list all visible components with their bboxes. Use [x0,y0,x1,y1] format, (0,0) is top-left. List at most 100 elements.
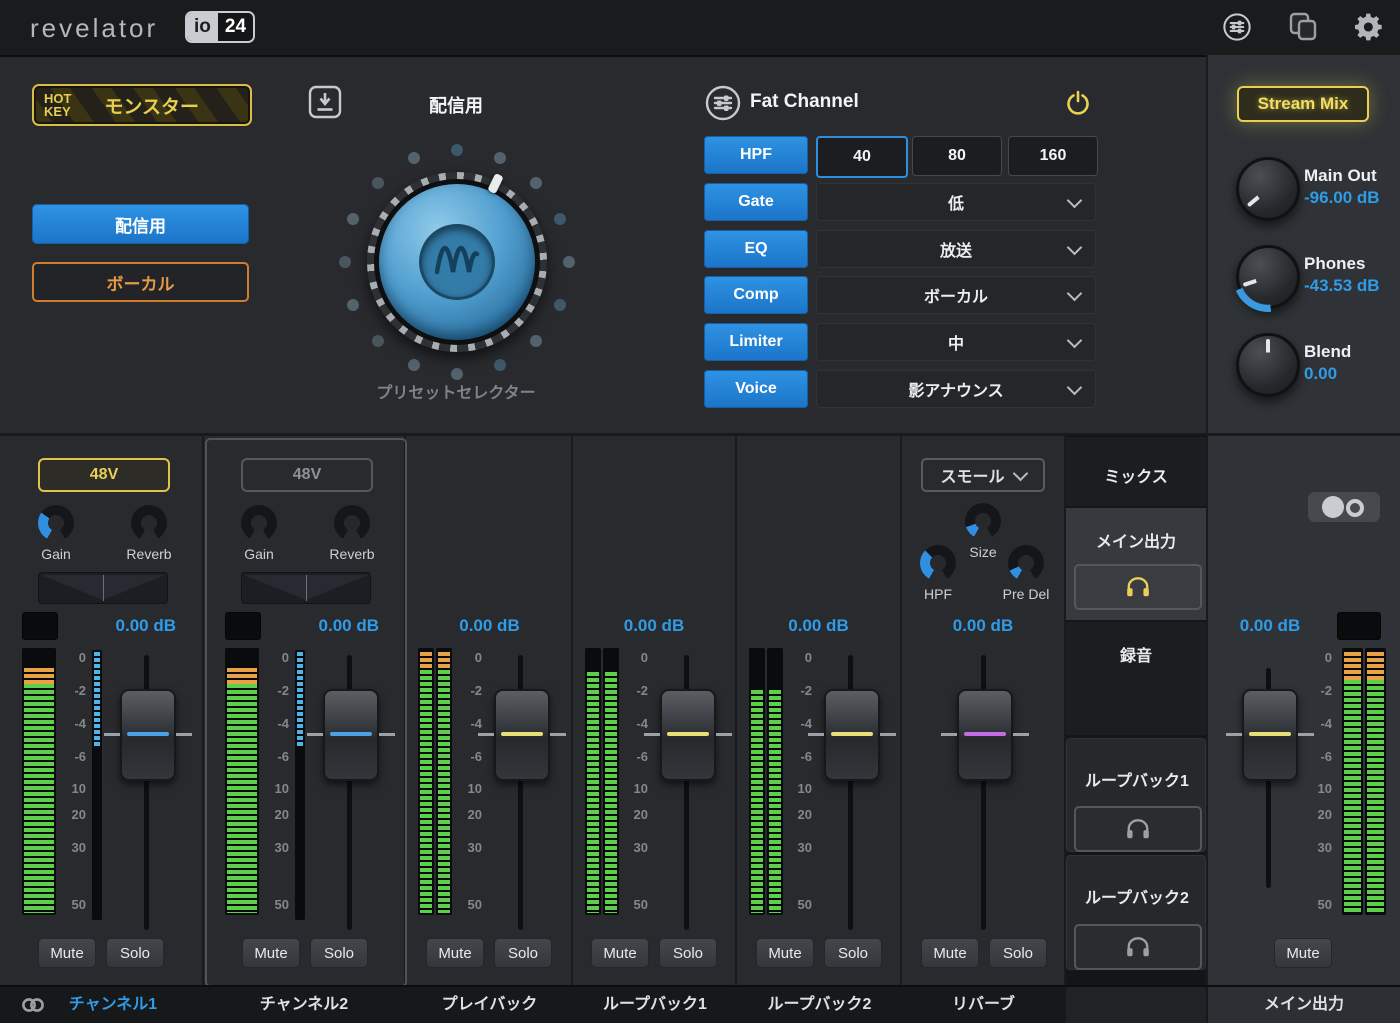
playback-fader-handle[interactable] [494,689,550,781]
loopback2-meter-scale: 0-2 -4-6 1020 3050 [786,650,812,920]
main-meter-scale: 0-2 -4-6 1020 3050 [1306,650,1332,920]
blend-value: 0.00 [1304,364,1337,384]
playback-mute-button[interactable]: Mute [426,938,484,968]
channel-label-main-out[interactable]: メイン出力 [1208,987,1400,1023]
ch1-reverb-knob[interactable] [131,505,167,541]
blend-knob[interactable] [1236,333,1300,397]
limiter-preset-value: 中 [948,330,964,354]
loopback1-solo-button[interactable]: Solo [659,938,717,968]
reverb-preset-value: スモール [940,463,1004,487]
channel-label-loopback1[interactable]: ループバック1 [573,987,737,1023]
main-meter-left [1342,648,1363,915]
loopback2-fader-handle[interactable] [824,689,880,781]
eq-preset-dropdown[interactable]: 放送 [816,230,1096,268]
loopback2-meter-left [749,648,765,915]
ch2-gain-knob[interactable] [241,505,277,541]
ch1-48v-button[interactable]: 48V [38,458,170,492]
loopback1-phones-button[interactable] [1074,806,1202,852]
ch1-solo-button[interactable]: Solo [106,938,164,968]
loopback1-mute-button[interactable]: Mute [591,938,649,968]
loopback1-fader-handle[interactable] [660,689,716,781]
gear-icon[interactable] [1350,10,1384,44]
ch2-reverb-label: Reverb [324,546,380,562]
ch1-fader-meter [92,650,102,920]
presets-copy-icon[interactable] [1286,10,1320,44]
channel-label-ch1[interactable]: チャンネル1 [48,987,178,1023]
limiter-preset-dropdown[interactable]: 中 [816,323,1096,361]
loopback2-phones-button[interactable] [1074,924,1202,970]
divider [900,435,902,1023]
reverb-fader-handle[interactable] [957,689,1013,781]
stream-mix-button[interactable]: Stream Mix [1237,86,1369,122]
chevron-down-icon [1067,193,1083,209]
main-mute-button[interactable]: Mute [1274,938,1332,968]
chevron-down-icon [1067,286,1083,302]
link-channels-icon[interactable] [20,994,46,1021]
ch1-gain-knob[interactable] [38,505,74,541]
headphones-icon [1125,936,1151,958]
voice-button[interactable]: Voice [704,370,808,408]
main-out-phones-button[interactable] [1074,564,1202,610]
reverb-solo-button[interactable]: Solo [989,938,1047,968]
comp-preset-dropdown[interactable]: ボーカル [816,276,1096,314]
channel-label-playback[interactable]: プレイバック [406,987,573,1023]
fat-channel-power-icon[interactable] [1064,89,1092,117]
divider [735,435,737,1023]
channel-label-ch2[interactable]: チャンネル2 [204,987,404,1023]
ch2-gain-label: Gain [231,546,287,562]
preset-stream-button[interactable]: 配信用 [32,204,249,244]
gate-button[interactable]: Gate [704,183,808,221]
channel-label-reverb[interactable]: リバーブ [902,987,1065,1023]
mono-stereo-toggle[interactable] [1308,492,1380,522]
phones-knob[interactable] [1236,245,1300,309]
hpf-40-button[interactable]: 40 [816,136,908,178]
divider [202,435,204,1023]
limiter-button[interactable]: Limiter [704,323,808,361]
ch1-level-meter [22,648,56,915]
voice-preset-dropdown[interactable]: 影アナウンス [816,370,1096,408]
ch1-fader-handle[interactable] [120,689,176,781]
bottom-seg-tabs [1066,987,1206,1023]
hotkey-label: HOTKEY [44,92,71,118]
reverb-predelay-knob[interactable] [1008,545,1044,581]
badge-model: 24 [218,13,253,41]
reverb-preset-dropdown[interactable]: スモール [921,458,1045,492]
reverb-size-label: Size [955,544,1011,560]
mixer-settings-icon[interactable] [1220,10,1254,44]
tab-record[interactable]: 録音 [1066,622,1206,735]
ch2-fader-handle[interactable] [323,689,379,781]
main-out-knob[interactable] [1236,157,1300,221]
ch1-mute-button[interactable]: Mute [38,938,96,968]
playback-solo-button[interactable]: Solo [494,938,552,968]
loopback2-solo-button[interactable]: Solo [824,938,882,968]
hpf-80-button[interactable]: 80 [912,136,1002,176]
main-level-value: 0.00 dB [1216,616,1324,636]
ch2-mute-button[interactable]: Mute [242,938,300,968]
blend-label: Blend [1304,342,1351,362]
ch1-meter-scale: 0-2 -4-6 1020 3050 [60,650,86,920]
ch2-solo-button[interactable]: Solo [310,938,368,968]
badge-io: io [187,13,218,41]
eq-preset-value: 放送 [940,237,972,261]
reverb-mute-button[interactable]: Mute [921,938,979,968]
save-preset-icon[interactable] [308,85,342,119]
hpf-160-button[interactable]: 160 [1008,136,1098,176]
reverb-hpf-knob[interactable] [920,545,956,581]
gate-preset-dropdown[interactable]: 低 [816,183,1096,221]
hotkey-button[interactable]: HOTKEY モンスター [32,84,252,126]
channel-label-loopback2[interactable]: ループバック2 [737,987,902,1023]
ch2-reverb-knob[interactable] [334,505,370,541]
main-fader-handle[interactable] [1242,689,1298,781]
comp-button[interactable]: Comp [704,276,808,314]
eq-button[interactable]: EQ [704,230,808,268]
hpf-button[interactable]: HPF [704,136,808,174]
ch1-pan-slider[interactable] [38,572,168,604]
ch2-pan-slider[interactable] [241,572,371,604]
preset-selector-knob[interactable] [367,172,547,352]
preset-vocal-button[interactable]: ボーカル [32,262,249,302]
comp-preset-value: ボーカル [924,283,988,307]
loopback1-level-value: 0.00 dB [571,616,737,636]
loopback2-mute-button[interactable]: Mute [756,938,814,968]
ch2-48v-button[interactable]: 48V [241,458,373,492]
reverb-size-knob[interactable] [965,503,1001,539]
